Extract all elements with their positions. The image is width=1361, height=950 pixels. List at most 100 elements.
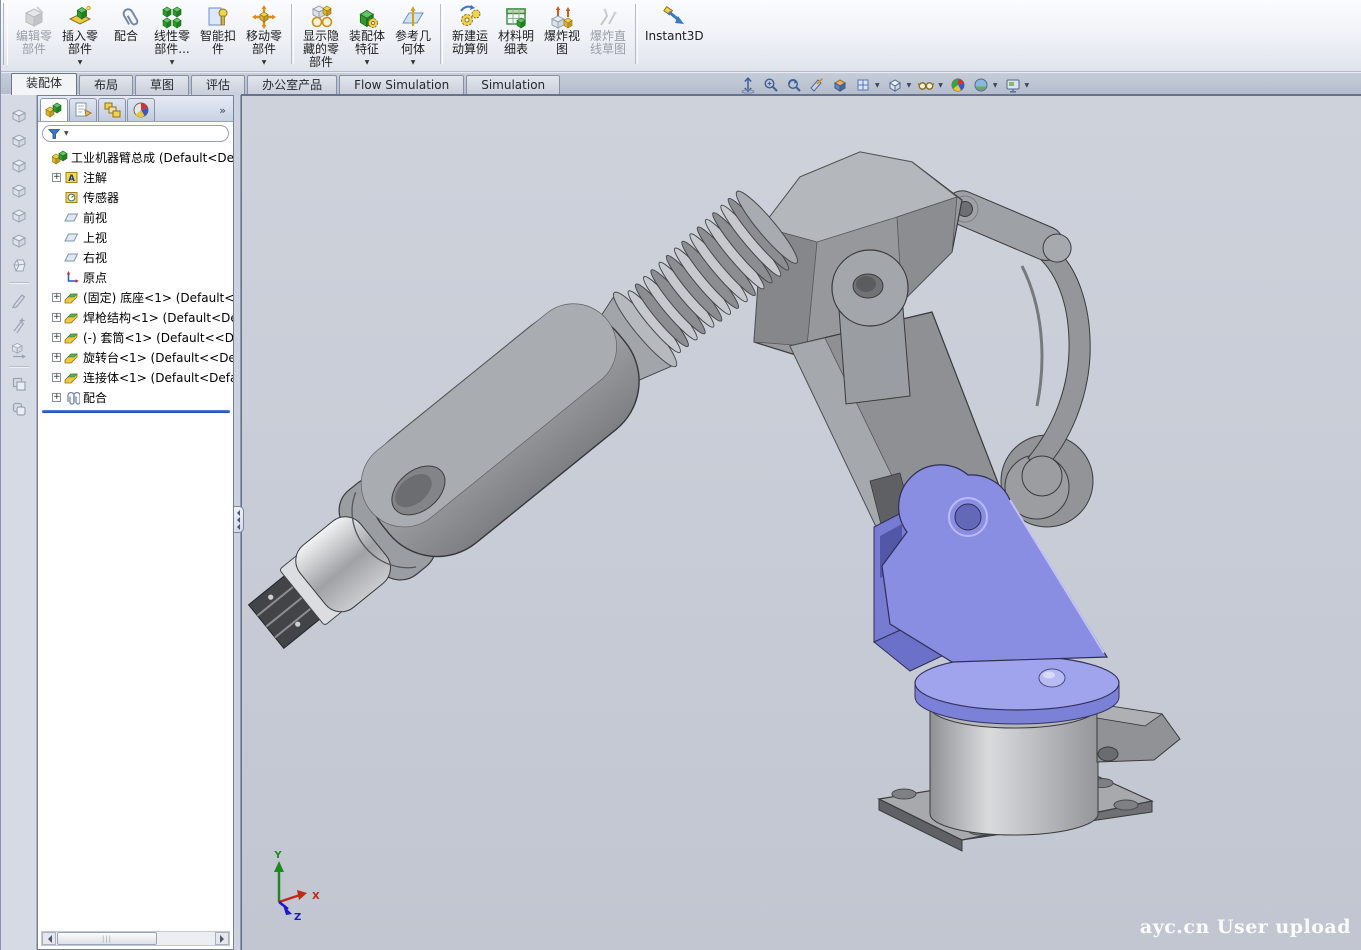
- rollback-bar[interactable]: [42, 410, 230, 413]
- hide-show-items-icon[interactable]: [917, 76, 935, 94]
- insert-component-icon: [67, 4, 93, 30]
- tab-sketch[interactable]: 草图: [135, 75, 189, 95]
- panel-horizontal-scrollbar[interactable]: |||: [41, 931, 230, 946]
- move-component-button[interactable]: 移动零 部件 ▼: [241, 3, 287, 67]
- bill-of-materials-button[interactable]: 材料明 细表: [493, 3, 539, 67]
- toolbar-grip[interactable]: [3, 3, 8, 65]
- rail-cube-icon-1: [10, 107, 28, 125]
- rail-cube-icon-4: [10, 182, 28, 200]
- tree-filter-input[interactable]: ▼: [42, 125, 229, 142]
- flange-dome-bolt[interactable]: [1039, 669, 1065, 687]
- zoom-to-area-icon[interactable]: [762, 76, 780, 94]
- tab-layout[interactable]: 布局: [79, 75, 133, 95]
- scrollbar-track[interactable]: |||: [56, 932, 215, 945]
- rail-cube-icon-5: [10, 207, 28, 225]
- standard-views-icon[interactable]: [854, 76, 872, 94]
- linear-component-pattern-button[interactable]: 线性零 部件... ▼: [149, 3, 195, 67]
- tree-item-sensors[interactable]: 传感器: [40, 187, 233, 207]
- tab-office-products[interactable]: 办公室产品: [247, 75, 337, 95]
- insert-component-dropdown[interactable]: ▼: [78, 60, 83, 66]
- rail-iso-icon: [10, 257, 28, 275]
- assembly-features-dropdown[interactable]: ▼: [365, 60, 370, 66]
- graphics-viewport[interactable]: Y X Z ayc.cn User upload: [241, 94, 1361, 950]
- tree-item-right-plane[interactable]: 右视: [40, 247, 233, 267]
- tree-item-mates[interactable]: + 配合: [40, 387, 233, 407]
- apply-scene-icon[interactable]: [972, 76, 990, 94]
- feature-tree: 工业机器臂总成 (Default<Defa + A 注解 传感器: [38, 145, 233, 413]
- bom-icon: [503, 4, 529, 30]
- previous-view-icon[interactable]: [785, 76, 803, 94]
- linear-pattern-dropdown[interactable]: ▼: [170, 60, 175, 66]
- tree-item-assembly-root[interactable]: 工业机器臂总成 (Default<Defa: [40, 147, 233, 167]
- assembly-features-button[interactable]: 装配体 特征 ▼: [344, 3, 390, 67]
- section-view-icon[interactable]: [808, 76, 826, 94]
- expand-toggle[interactable]: +: [52, 373, 61, 382]
- tab-display-manager[interactable]: [127, 98, 155, 121]
- tree-item-top-plane[interactable]: 上视: [40, 227, 233, 247]
- panel-collapse-handle[interactable]: [234, 506, 244, 533]
- edit-appearance-icon[interactable]: [949, 76, 967, 94]
- reference-geometry-button[interactable]: 参考几 何体 ▼: [390, 3, 436, 67]
- apply-scene-dropdown[interactable]: ▼: [993, 82, 998, 89]
- tree-item-connector-part[interactable]: + 连接体<1> (Default<Defaul: [40, 367, 233, 387]
- instant3d-button[interactable]: Instant3D: [642, 3, 707, 67]
- tab-evaluate[interactable]: 评估: [191, 75, 245, 95]
- move-component-dropdown[interactable]: ▼: [262, 60, 267, 66]
- display-manager-icon: [131, 101, 151, 119]
- plane-icon: [64, 230, 80, 245]
- zoom-to-fit-icon[interactable]: [739, 76, 757, 94]
- show-hidden-components-button[interactable]: 显示隐 藏的零 部件: [298, 3, 344, 67]
- mate-icon: [113, 4, 139, 30]
- tab-configuration-manager[interactable]: [98, 98, 126, 121]
- tree-item-welding-gun-part[interactable]: + 焊枪结构<1> (Default<Defa: [40, 307, 233, 327]
- display-style-dropdown[interactable]: ▼: [907, 82, 912, 89]
- view-settings-dropdown[interactable]: ▼: [1025, 82, 1030, 89]
- tree-item-turntable-part[interactable]: + 旋转台<1> (Default<<Defa: [40, 347, 233, 367]
- annotations-icon: A: [64, 170, 80, 185]
- part-icon: [64, 310, 80, 325]
- toolbar-separator: [440, 4, 443, 64]
- expand-toggle[interactable]: +: [52, 393, 61, 402]
- rotary-flange-disc[interactable]: [915, 656, 1119, 724]
- scroll-left-button[interactable]: [42, 932, 56, 945]
- tree-item-annotations[interactable]: + A 注解: [40, 167, 233, 187]
- exploded-view-button[interactable]: 爆炸视 图: [539, 3, 585, 67]
- scrollbar-thumb[interactable]: |||: [57, 932, 157, 945]
- hide-show-items-dropdown[interactable]: ▼: [938, 82, 943, 89]
- reference-geometry-icon: [400, 4, 426, 30]
- expand-toggle[interactable]: +: [52, 333, 61, 342]
- new-motion-study-button[interactable]: 新建运 动算例: [447, 3, 493, 67]
- tree-item-origin[interactable]: 原点: [40, 267, 233, 287]
- tree-item-sleeve-part[interactable]: + (-) 套筒<1> (Default<<Defa: [40, 327, 233, 347]
- forearm-welding-gun[interactable]: [242, 286, 664, 678]
- expand-toggle[interactable]: +: [52, 293, 61, 302]
- insert-component-button[interactable]: 插入零 部件 ▼: [57, 3, 103, 67]
- tab-property-manager[interactable]: [69, 98, 97, 121]
- standard-views-dropdown[interactable]: ▼: [875, 82, 880, 89]
- side-bracket[interactable]: [1097, 704, 1180, 762]
- tab-simulation[interactable]: Simulation: [466, 75, 560, 95]
- expand-toggle[interactable]: +: [52, 353, 61, 362]
- view-settings-icon[interactable]: [1004, 76, 1022, 94]
- expand-toggle[interactable]: +: [52, 313, 61, 322]
- expand-toggle[interactable]: +: [52, 173, 61, 182]
- tab-assembly[interactable]: 装配体: [11, 73, 77, 95]
- tree-item-base-part[interactable]: + (固定) 底座<1> (Default<<D: [40, 287, 233, 307]
- panel-splitter[interactable]: [234, 95, 241, 950]
- triad-z-label: Z: [294, 912, 301, 923]
- show-hidden-icon: [308, 4, 334, 30]
- left-view-rail: [1, 95, 37, 950]
- mates-icon: [64, 390, 80, 405]
- display-style-icon[interactable]: [886, 76, 904, 94]
- reference-geometry-dropdown[interactable]: ▼: [411, 60, 416, 66]
- scroll-right-button[interactable]: [215, 932, 229, 945]
- mate-button[interactable]: 配合: [103, 3, 149, 67]
- view-orientation-icon[interactable]: [831, 76, 849, 94]
- tree-item-front-plane[interactable]: 前视: [40, 207, 233, 227]
- panel-tab-overflow[interactable]: »: [219, 104, 231, 121]
- tab-feature-manager[interactable]: [40, 98, 68, 121]
- filter-dropdown[interactable]: ▼: [64, 130, 69, 137]
- tab-flow-simulation[interactable]: Flow Simulation: [339, 75, 464, 95]
- command-manager-tab-row: 装配体 布局 草图 评估 办公室产品 Flow Simulation Simul…: [1, 72, 1361, 94]
- smart-fasteners-button[interactable]: 智能扣 件: [195, 3, 241, 67]
